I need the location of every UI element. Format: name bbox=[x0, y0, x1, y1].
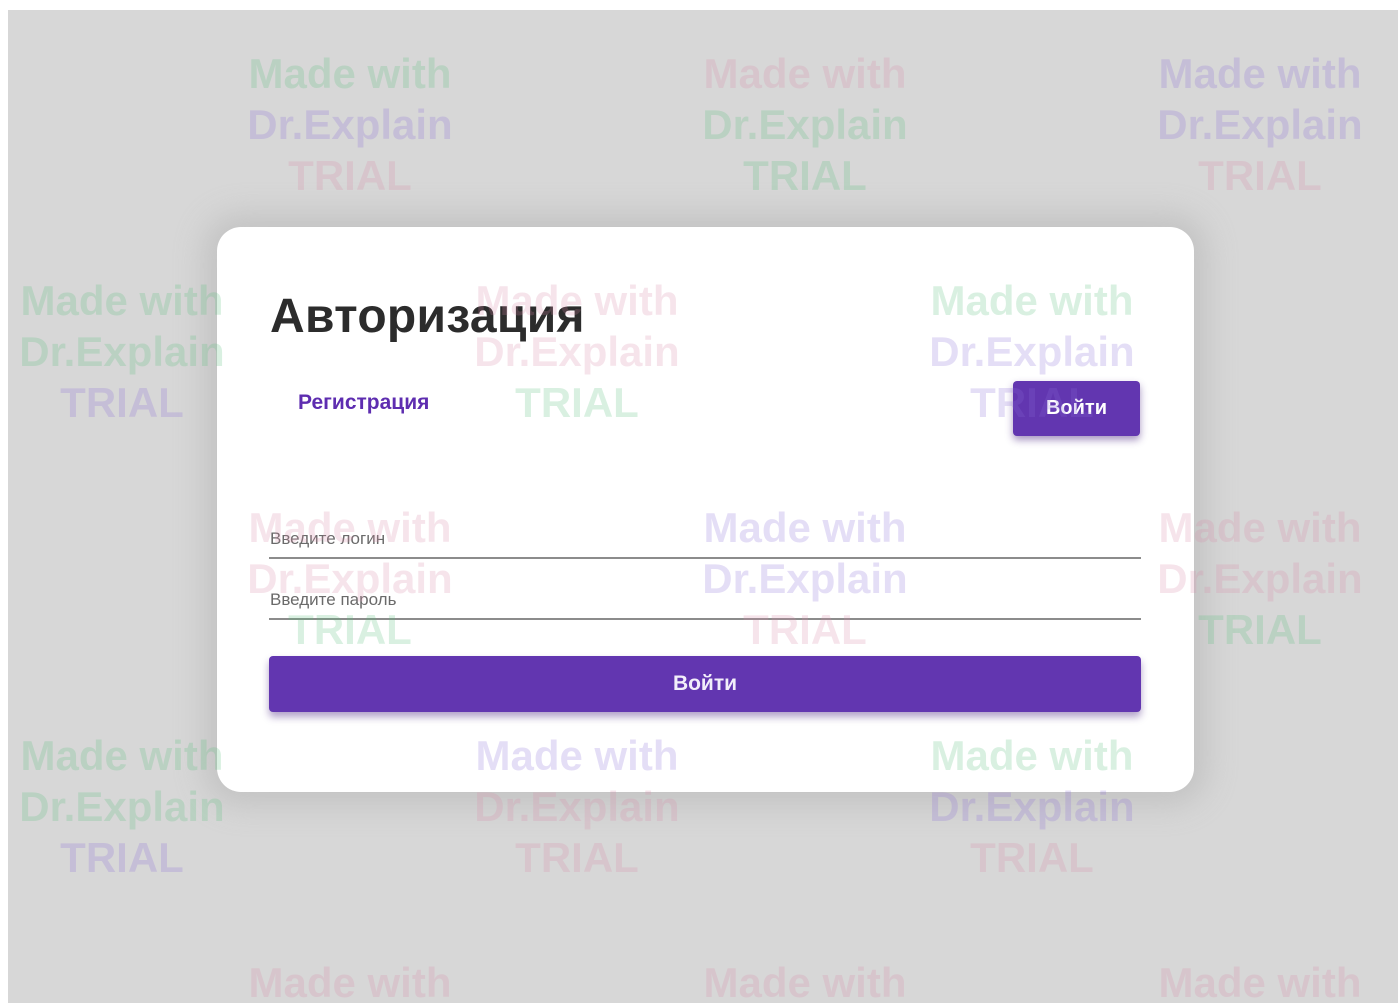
login-submit-button[interactable]: Войти bbox=[269, 656, 1141, 712]
auth-dialog: Авторизация Регистрация Войти Войти bbox=[217, 227, 1194, 792]
watermark: Made with Dr.Explain TRIAL bbox=[702, 50, 908, 199]
modal-backdrop: Авторизация Регистрация Войти Войти Made… bbox=[8, 10, 1398, 1003]
watermark: Made with Dr.Explain TRIAL bbox=[1157, 50, 1363, 199]
watermark: Made with bbox=[248, 959, 452, 1003]
watermark: Made with Dr.Explain TRIAL bbox=[247, 50, 453, 199]
watermark: Made with bbox=[703, 959, 907, 1003]
tab-login[interactable]: Войти bbox=[1013, 381, 1140, 436]
dialog-title: Авторизация bbox=[270, 290, 585, 343]
tab-register[interactable]: Регистрация bbox=[298, 391, 429, 415]
watermark: Made with Dr.Explain TRIAL bbox=[19, 277, 225, 426]
password-input[interactable] bbox=[269, 584, 1141, 620]
watermark: Made with Dr.Explain TRIAL bbox=[19, 732, 225, 881]
watermark: Made with bbox=[1158, 959, 1362, 1003]
login-input[interactable] bbox=[269, 523, 1141, 559]
